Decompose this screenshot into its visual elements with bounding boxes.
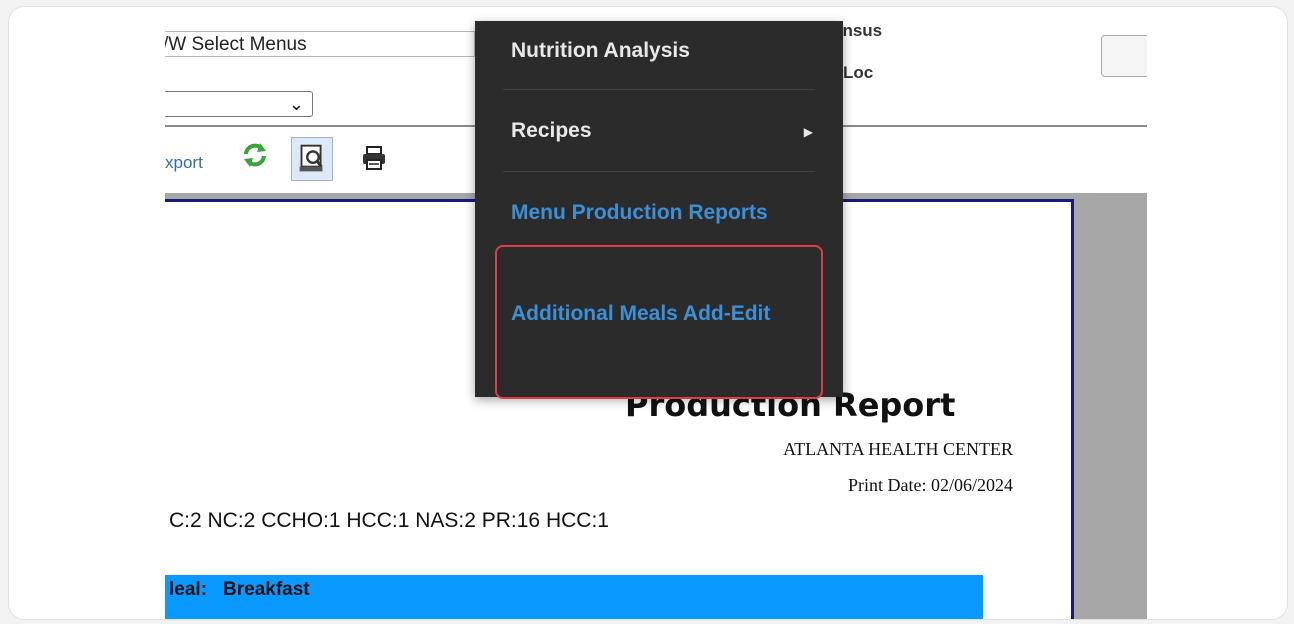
top-right-button[interactable] (1101, 35, 1147, 77)
meal-label-prefix: leal: (169, 579, 208, 600)
refresh-icon[interactable] (241, 141, 269, 169)
chevron-down-icon: ⌄ (288, 94, 304, 114)
meal-header-bar: leal: Breakfast (165, 575, 983, 619)
print-preview-icon[interactable] (291, 137, 333, 181)
submenu-arrow-icon: ▶ (803, 125, 813, 139)
print-date: Print Date: 02/06/2024 (848, 475, 1013, 495)
meal-value: Breakfast (223, 579, 310, 600)
menu-item-nutrition-analysis[interactable]: Nutrition Analysis (511, 39, 811, 63)
menu-select-value: /W Select Menus (165, 34, 307, 55)
highlight-box (495, 245, 823, 399)
meal-label: leal: Breakfast (169, 579, 310, 601)
facility-name: ATLANTA HEALTH CENTER (783, 439, 1013, 459)
secondary-select[interactable]: ⌄ (165, 91, 313, 117)
menu-item-menu-production-reports[interactable]: Menu Production Reports (511, 201, 811, 225)
census-codes: C:2 NC:2 CCHO:1 HCC:1 NAS:2 PR:16 HCC:1 (169, 509, 609, 532)
menu-divider (503, 171, 815, 172)
screenshot-card: /W Select Menus ⌄ ensus Loc xport Produc… (8, 6, 1288, 620)
loc-label: Loc (843, 63, 874, 82)
print-icon[interactable] (361, 145, 387, 171)
menu-divider (503, 89, 815, 90)
menu-item-recipes[interactable]: Recipes (511, 119, 811, 143)
menu-select[interactable]: /W Select Menus (165, 31, 475, 57)
export-link[interactable]: xport (165, 153, 203, 173)
